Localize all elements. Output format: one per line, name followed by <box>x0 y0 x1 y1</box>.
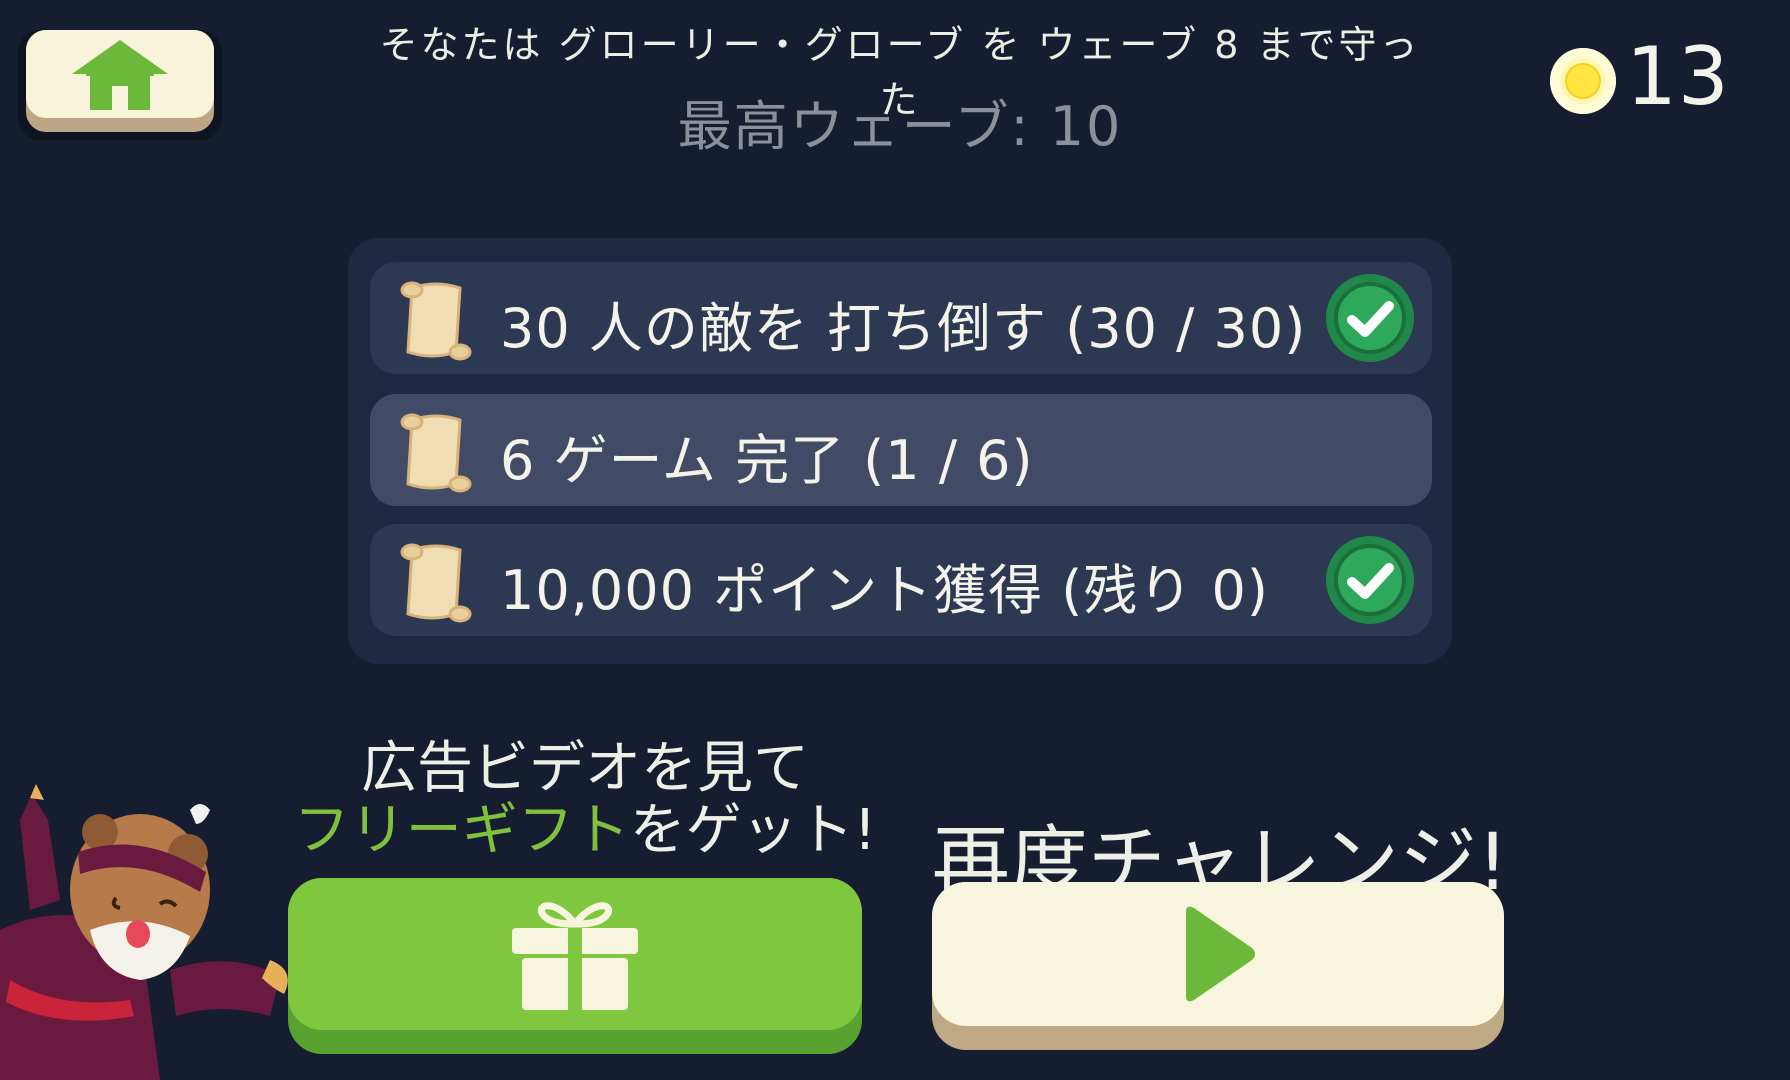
best-wave: 最高ウェーブ: 10 <box>677 95 1123 158</box>
game-over-screen: そなたは グローリー・グローブ を ウェーブ 8 まで守った 最高ウェーブ: 1… <box>0 0 1790 1080</box>
scroll-icon <box>400 281 472 361</box>
free-gift-line2: フリーギフトをゲット! <box>290 800 880 862</box>
free-gift-accent: フリーギフト <box>293 798 630 863</box>
retry-button-face[interactable] <box>932 882 1504 1026</box>
quest-panel: 30 人の敵を 打ち倒す (30 / 30) 6 ゲーム 完了 (1 / 6) … <box>348 238 1452 664</box>
scroll-icon <box>400 543 472 623</box>
quest-label: 30 人の敵を 打ち倒す (30 / 30) <box>500 297 1307 360</box>
scroll-icon <box>400 413 472 493</box>
free-gift-button[interactable] <box>288 878 862 1054</box>
home-button-face[interactable] <box>26 30 214 118</box>
home-button[interactable] <box>18 30 222 140</box>
quest-item: 30 人の敵を 打ち倒す (30 / 30) <box>370 262 1432 374</box>
free-gift-rest: をゲット! <box>629 798 877 863</box>
mascot-character <box>0 784 288 1080</box>
check-circle-icon <box>1326 274 1414 362</box>
free-gift-line1: 広告ビデオを見て <box>361 736 809 801</box>
gift-icon <box>512 902 638 1010</box>
quest-item: 10,000 ポイント獲得 (残り 0) <box>370 524 1432 636</box>
check-circle-icon <box>1326 536 1414 624</box>
play-icon <box>1186 906 1255 1002</box>
quest-item: 6 ゲーム 完了 (1 / 6) <box>370 394 1432 506</box>
quest-label: 6 ゲーム 完了 (1 / 6) <box>500 429 1034 492</box>
free-gift-prompt: 広告ビデオを見て フリーギフトをゲット! <box>290 738 880 862</box>
free-gift-button-face[interactable] <box>288 878 862 1030</box>
quest-label: 10,000 ポイント獲得 (残り 0) <box>500 559 1269 622</box>
coin-count: 13 <box>1626 30 1730 123</box>
retry-button[interactable] <box>932 882 1504 1050</box>
home-icon <box>72 40 168 110</box>
coin-icon <box>1550 48 1616 114</box>
